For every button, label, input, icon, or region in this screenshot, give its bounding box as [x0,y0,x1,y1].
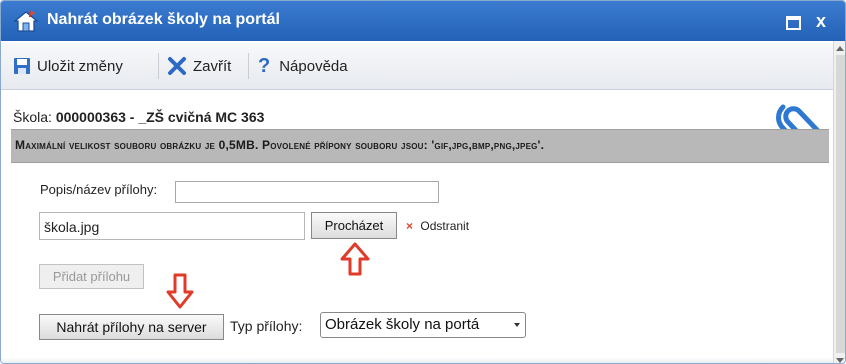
maximize-icon [785,16,801,30]
dialog-bottom-edge [1,357,833,363]
vertical-scrollbar[interactable] [833,41,845,363]
close-window-button[interactable]: x [809,9,833,33]
scroll-up-arrow-icon[interactable] [836,46,844,51]
maximize-button[interactable] [781,9,805,33]
close-button[interactable]: Zavřít [167,52,231,80]
save-icon [14,58,30,74]
school-info: Škola: 000000363 - _ZŠ cvičná MC 363 [13,109,264,125]
toolbar-separator [248,53,249,79]
attachment-type-value: Obrázek školy na portá [325,316,480,333]
scroll-down-arrow-icon[interactable] [836,358,844,363]
help-button[interactable]: ? Nápověda [258,52,348,80]
attachment-type-select[interactable]: Obrázek školy na portá [320,312,526,338]
up-arrow-annotation-icon [340,242,370,276]
down-arrow-annotation-icon [166,273,194,309]
save-changes-label: Uložit změny [37,57,123,75]
help-icon: ? [258,54,271,77]
toolbar-separator [158,53,159,79]
scroll-thumb[interactable] [836,55,845,353]
file-size-info-band: Maximální velikost souboru obrázku je 0,… [11,129,829,163]
attachment-type-label: Typ přílohy: [230,318,303,334]
attachment-description-input[interactable] [175,181,439,203]
file-limit-info: Maximální velikost souboru obrázku je 0,… [15,138,545,152]
school-value: 000000363 - _ZŠ cvičná MC 363 [55,109,265,125]
close-label: Zavřít [193,57,232,75]
school-label: Škola: [13,109,52,125]
close-icon: x [815,11,826,31]
help-label: Nápověda [279,57,348,75]
remove-label: Odstranit [420,219,470,233]
add-attachment-button[interactable]: Přidat přílohu [39,264,144,289]
dialog-title: Nahrát obrázek školy na portál [47,11,280,28]
toolbar: Uložit změny Zavřít ? Nápověda [1,43,833,90]
remove-attachment-link[interactable]: × Odstranit [406,219,469,233]
upload-school-image-dialog: Nahrát obrázek školy na portál x Uložit … [0,0,846,364]
attachment-description-label: Popis/název přílohy: [40,182,158,197]
school-icon [13,11,39,32]
remove-icon: × [406,219,414,233]
browse-button[interactable]: Procházet [311,212,397,239]
dropdown-arrow-icon [514,323,520,327]
upload-attachments-button[interactable]: Nahrát přílohy na server [39,314,224,340]
selected-file-field[interactable]: škola.jpg [39,212,305,240]
title-bar[interactable]: Nahrát obrázek školy na portál x [1,1,845,41]
close-x-icon [168,57,186,75]
save-changes-button[interactable]: Uložit změny [13,52,123,80]
